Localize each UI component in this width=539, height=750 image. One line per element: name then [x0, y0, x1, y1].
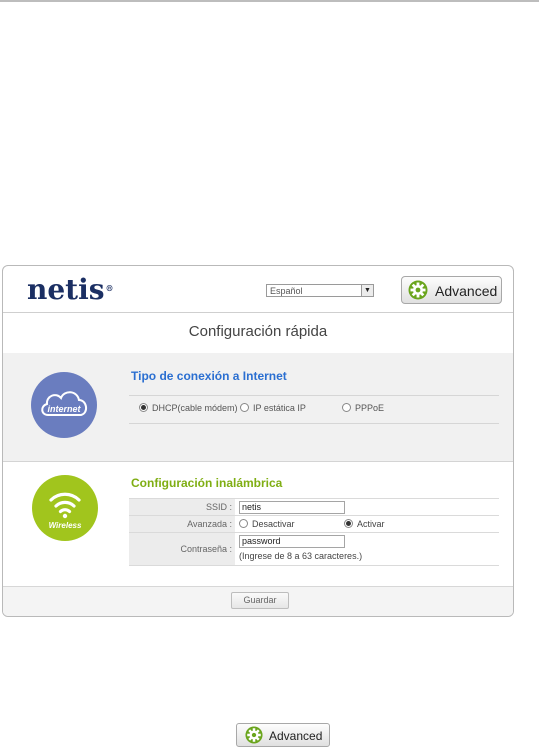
advanced-button-standalone[interactable]: Advanced	[236, 723, 330, 747]
wireless-settings-table: SSID : netis Avanzada : Desactivar Activ…	[129, 498, 499, 566]
gear-icon	[245, 726, 263, 744]
gear-icon	[408, 280, 428, 300]
ssid-label: SSID :	[129, 499, 235, 515]
header: netis® Español ▼ Advanced	[3, 266, 513, 312]
password-label: Contraseña :	[129, 533, 235, 565]
advanced-label: Avanzada :	[129, 516, 235, 532]
radio-pppoe[interactable]: PPPoE	[342, 403, 384, 413]
internet-heading: Tipo de conexión a Internet	[131, 369, 287, 383]
radio-dhcp[interactable]: DHCP(cable módem)	[139, 403, 238, 413]
radio-activar-dot[interactable]	[344, 519, 353, 528]
radio-pppoe-dot[interactable]	[342, 403, 351, 412]
language-select[interactable]: Español ▼	[266, 284, 374, 297]
radio-desactivar[interactable]: Desactivar	[239, 519, 295, 529]
wireless-wifi-icon: Wireless	[32, 475, 98, 541]
router-quick-setup-panel: netis® Español ▼ Advanced Configuración …	[2, 265, 514, 617]
advanced-button[interactable]: Advanced	[401, 276, 502, 304]
netis-logo: netis®	[27, 273, 114, 306]
divider	[129, 423, 499, 424]
footer: Guardar	[3, 586, 513, 616]
language-select-value: Español	[270, 286, 303, 296]
password-row: Contraseña : password (Ingrese de 8 a 63…	[129, 532, 499, 566]
advanced-button-label: Advanced	[435, 283, 498, 299]
internet-section: internet Tipo de conexión a Internet DHC…	[3, 353, 513, 462]
radio-desactivar-dot[interactable]	[239, 519, 248, 528]
radio-dhcp-dot[interactable]	[139, 403, 148, 412]
wireless-section: Wireless Configuración inalámbrica SSID …	[3, 462, 513, 585]
internet-cloud-icon: internet	[31, 372, 97, 438]
wireless-heading: Configuración inalámbrica	[131, 476, 283, 490]
advanced-button-standalone-label: Advanced	[269, 729, 323, 743]
ssid-input[interactable]: netis	[239, 501, 345, 514]
ssid-row: SSID : netis	[129, 498, 499, 515]
wireless-icon-label: Wireless	[49, 521, 82, 530]
password-hint: (Ingrese de 8 a 63 caracteres.)	[239, 551, 363, 561]
password-input[interactable]: password	[239, 535, 345, 548]
top-divider	[0, 0, 539, 2]
chevron-down-icon[interactable]: ▼	[361, 285, 373, 296]
title-band: Configuración rápida	[3, 312, 513, 354]
save-button[interactable]: Guardar	[231, 592, 289, 609]
radio-static-ip-dot[interactable]	[240, 403, 249, 412]
advanced-row: Avanzada : Desactivar Activar	[129, 515, 499, 532]
radio-static-ip[interactable]: IP estática IP	[240, 403, 306, 413]
radio-activar[interactable]: Activar	[344, 519, 385, 529]
divider	[129, 395, 499, 396]
internet-icon-label: internet	[47, 404, 81, 414]
page-title: Configuración rápida	[188, 323, 328, 340]
